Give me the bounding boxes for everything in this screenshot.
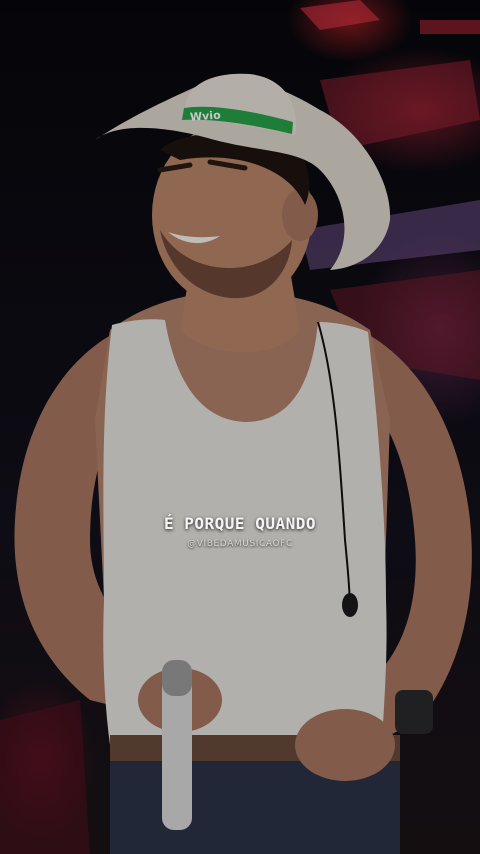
channel-handle: @VIBEDAMUSICAOFC <box>187 539 293 549</box>
dark-overlay <box>0 0 480 854</box>
lyric-caption: É PORQUE QUANDO @VIBEDAMUSICAOFC <box>0 514 480 549</box>
video-frame[interactable]: Wvio É PORQUE QUANDO @VIBEDAMUSICAOFC <box>0 0 480 854</box>
lyric-line: É PORQUE QUANDO <box>164 514 316 533</box>
